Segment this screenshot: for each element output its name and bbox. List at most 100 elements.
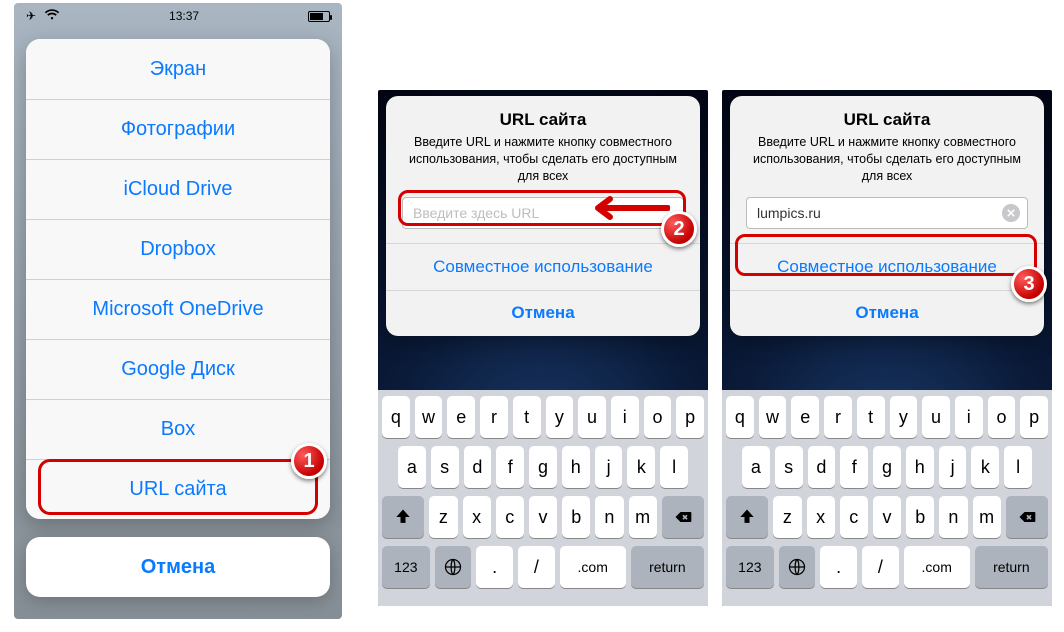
key-v[interactable]: v	[873, 496, 901, 538]
key-p[interactable]: p	[676, 396, 704, 438]
key-x[interactable]: x	[807, 496, 835, 538]
sheet-item-dropbox[interactable]: Dropbox	[26, 219, 330, 279]
keyboard-row-2: a s d f g h j k l	[382, 446, 704, 488]
key-b[interactable]: b	[906, 496, 934, 538]
share-button[interactable]: Совместное использование	[386, 244, 700, 290]
key-globe[interactable]	[435, 546, 472, 588]
key-p[interactable]: p	[1020, 396, 1048, 438]
wifi-icon	[44, 9, 60, 24]
key-com[interactable]: .com	[904, 546, 970, 588]
key-v[interactable]: v	[529, 496, 557, 538]
sheet-item-photos[interactable]: Фотографии	[26, 99, 330, 159]
key-k[interactable]: k	[971, 446, 999, 488]
url-input[interactable]	[402, 197, 684, 229]
key-q[interactable]: q	[382, 396, 410, 438]
key-e[interactable]: e	[447, 396, 475, 438]
alert-cancel-button[interactable]: Отмена	[730, 290, 1044, 336]
sheet-item-box[interactable]: Box	[26, 399, 330, 459]
key-f[interactable]: f	[840, 446, 868, 488]
sheet-item-googledrive[interactable]: Google Диск	[26, 339, 330, 399]
status-bar: ✈ 13:37	[14, 3, 342, 29]
key-i[interactable]: i	[955, 396, 983, 438]
cancel-button[interactable]: Отмена	[26, 537, 330, 597]
key-backspace[interactable]	[1006, 496, 1048, 538]
key-n[interactable]: n	[939, 496, 967, 538]
key-q[interactable]: q	[726, 396, 754, 438]
key-shift[interactable]	[726, 496, 768, 538]
key-com[interactable]: .com	[560, 546, 626, 588]
key-y[interactable]: y	[890, 396, 918, 438]
keyboard-row-4: 123 . / .com return	[382, 546, 704, 588]
key-o[interactable]: o	[988, 396, 1016, 438]
key-e[interactable]: e	[791, 396, 819, 438]
key-f[interactable]: f	[496, 446, 524, 488]
key-x[interactable]: x	[463, 496, 491, 538]
key-u[interactable]: u	[578, 396, 606, 438]
key-j[interactable]: j	[595, 446, 623, 488]
clock: 13:37	[169, 9, 199, 23]
key-a[interactable]: a	[742, 446, 770, 488]
key-z[interactable]: z	[773, 496, 801, 538]
key-t[interactable]: t	[857, 396, 885, 438]
label: Microsoft OneDrive	[92, 298, 263, 321]
key-i[interactable]: i	[611, 396, 639, 438]
key-w[interactable]: w	[759, 396, 787, 438]
key-a[interactable]: a	[398, 446, 426, 488]
share-button[interactable]: Совместное использование	[730, 244, 1044, 290]
sheet-item-screen[interactable]: Экран	[26, 39, 330, 99]
key-z[interactable]: z	[429, 496, 457, 538]
key-g[interactable]: g	[873, 446, 901, 488]
key-d[interactable]: d	[808, 446, 836, 488]
key-b[interactable]: b	[562, 496, 590, 538]
key-123[interactable]: 123	[726, 546, 774, 588]
step-badge-2: 2	[661, 211, 697, 247]
alert-message: Введите URL и нажмите кнопку совместного…	[746, 134, 1028, 185]
key-s[interactable]: s	[775, 446, 803, 488]
key-u[interactable]: u	[922, 396, 950, 438]
label: Dropbox	[140, 238, 216, 261]
panel-action-sheet: ✈ 13:37 Экран Фотографии iCloud Drive Dr…	[14, 3, 342, 619]
alert-title: URL сайта	[402, 110, 684, 130]
key-dot[interactable]: .	[820, 546, 857, 588]
key-backspace[interactable]	[662, 496, 704, 538]
label: Экран	[150, 58, 206, 81]
key-r[interactable]: r	[824, 396, 852, 438]
key-t[interactable]: t	[513, 396, 541, 438]
key-h[interactable]: h	[906, 446, 934, 488]
alert-cancel-button[interactable]: Отмена	[386, 290, 700, 336]
key-shift[interactable]	[382, 496, 424, 538]
key-s[interactable]: s	[431, 446, 459, 488]
key-c[interactable]: c	[496, 496, 524, 538]
key-y[interactable]: y	[546, 396, 574, 438]
key-globe[interactable]	[779, 546, 816, 588]
key-h[interactable]: h	[562, 446, 590, 488]
key-m[interactable]: m	[973, 496, 1001, 538]
key-123[interactable]: 123	[382, 546, 430, 588]
key-c[interactable]: c	[840, 496, 868, 538]
key-o[interactable]: o	[644, 396, 672, 438]
key-return[interactable]: return	[975, 546, 1048, 588]
step-badge-1: 1	[291, 443, 327, 479]
key-j[interactable]: j	[939, 446, 967, 488]
key-d[interactable]: d	[464, 446, 492, 488]
key-slash[interactable]: /	[518, 546, 555, 588]
key-return[interactable]: return	[631, 546, 704, 588]
label: Отмена	[141, 556, 215, 579]
key-k[interactable]: k	[627, 446, 655, 488]
key-dot[interactable]: .	[476, 546, 513, 588]
url-input[interactable]	[746, 197, 1028, 229]
key-m[interactable]: m	[629, 496, 657, 538]
label: Google Диск	[121, 358, 235, 381]
sheet-item-url[interactable]: URL сайта	[26, 459, 330, 519]
key-l[interactable]: l	[660, 446, 688, 488]
sheet-item-onedrive[interactable]: Microsoft OneDrive	[26, 279, 330, 339]
key-g[interactable]: g	[529, 446, 557, 488]
key-n[interactable]: n	[595, 496, 623, 538]
clear-input-icon[interactable]	[1002, 204, 1020, 222]
label: Фотографии	[121, 118, 235, 141]
key-r[interactable]: r	[480, 396, 508, 438]
key-l[interactable]: l	[1004, 446, 1032, 488]
key-w[interactable]: w	[415, 396, 443, 438]
key-slash[interactable]: /	[862, 546, 899, 588]
sheet-item-icloud[interactable]: iCloud Drive	[26, 159, 330, 219]
